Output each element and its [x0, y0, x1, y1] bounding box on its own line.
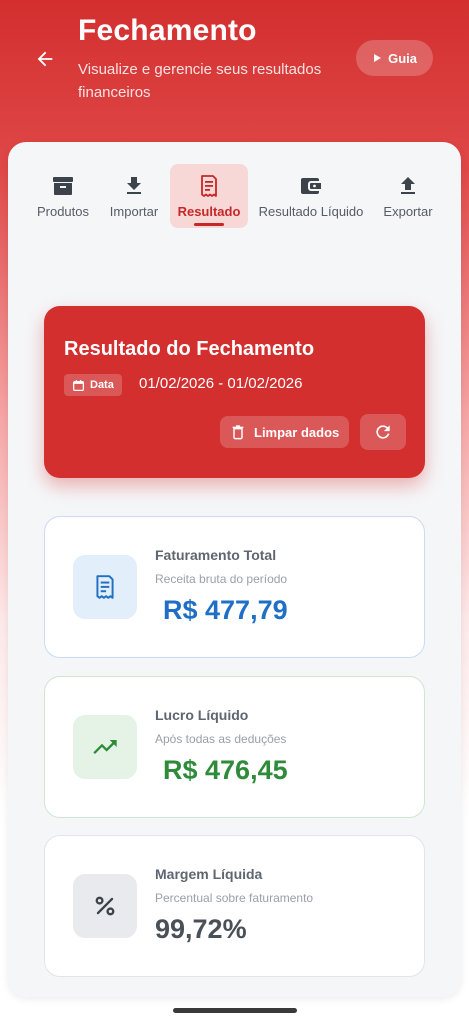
tab-label: Resultado — [177, 204, 241, 219]
refresh-icon — [376, 425, 390, 439]
tab-label: Resultado Líquido — [258, 204, 364, 219]
metric-value: R$ 476,45 — [163, 755, 288, 785]
metric-subtitle: Percentual sobre faturamento — [155, 891, 314, 905]
metric-card-margem: Margem Líquida Percentual sobre faturame… — [44, 835, 425, 977]
calendar-icon — [72, 379, 85, 391]
arrow-left-icon — [37, 51, 53, 67]
refresh-button[interactable] — [360, 414, 406, 450]
guide-button-label: Guia — [388, 50, 417, 66]
metric-icon-box — [73, 874, 137, 938]
clear-data-button[interactable]: Limpar dados — [220, 416, 350, 448]
date-range: 01/02/2026 - 01/02/2026 — [139, 375, 303, 392]
header: Fechamento Visualize e gerencie seus res… — [0, 0, 469, 150]
tab-importar[interactable]: Importar — [102, 164, 166, 228]
trash-icon — [232, 425, 244, 440]
metric-card-lucro: Lucro Líquido Após todas as deduções R$ … — [44, 676, 425, 818]
tab-resultado[interactable]: Resultado — [170, 164, 248, 228]
upload-icon — [401, 177, 415, 194]
guide-button[interactable]: Guia — [356, 40, 433, 76]
wallet-icon — [301, 178, 321, 194]
active-tab-indicator — [194, 223, 224, 226]
tab-label: Exportar — [383, 204, 433, 219]
receipt-icon — [96, 575, 114, 599]
metric-icon-box — [73, 555, 137, 619]
metric-subtitle: Após todas as deduções — [155, 732, 287, 746]
archive-box-icon — [53, 177, 73, 195]
back-button[interactable] — [28, 42, 62, 76]
metric-value: 99,72% — [155, 914, 247, 944]
tab-label: Importar — [109, 204, 159, 219]
result-card-title: Resultado do Fechamento — [64, 338, 315, 360]
percent-icon — [95, 896, 115, 916]
trending-up-icon — [93, 740, 117, 754]
download-icon — [127, 177, 141, 194]
main-sheet: Produtos Importar Resultado Resultado Lí… — [8, 142, 461, 997]
metric-title: Lucro Líquido — [155, 707, 249, 723]
tab-exportar[interactable]: Exportar — [378, 164, 438, 228]
date-chip: Data — [64, 374, 122, 396]
tab-bar: Produtos Importar Resultado Resultado Lí… — [8, 164, 461, 234]
clear-data-label: Limpar dados — [254, 424, 340, 440]
metric-icon-box — [73, 715, 137, 779]
tab-resultado-liquido[interactable]: Resultado Líquido — [256, 164, 366, 228]
receipt-icon — [201, 175, 217, 197]
home-indicator[interactable] — [173, 1008, 297, 1013]
date-chip-label: Data — [90, 379, 114, 391]
tab-produtos[interactable]: Produtos — [30, 164, 96, 228]
metric-card-faturamento: Faturamento Total Receita bruta do perío… — [44, 516, 425, 658]
tab-label: Produtos — [36, 204, 90, 219]
metric-value: R$ 477,79 — [163, 595, 288, 625]
metric-title: Margem Líquida — [155, 866, 263, 882]
page-subtitle: Visualize e gerencie seus resultados fin… — [78, 61, 322, 101]
screen: Fechamento Visualize e gerencie seus res… — [0, 0, 469, 1024]
result-card: Resultado do Fechamento Data 01/02/2026 … — [44, 306, 425, 478]
metric-title: Faturamento Total — [155, 547, 277, 563]
page-title: Fechamento — [78, 14, 257, 47]
play-icon — [374, 54, 382, 62]
metric-subtitle: Receita bruta do período — [155, 572, 288, 586]
